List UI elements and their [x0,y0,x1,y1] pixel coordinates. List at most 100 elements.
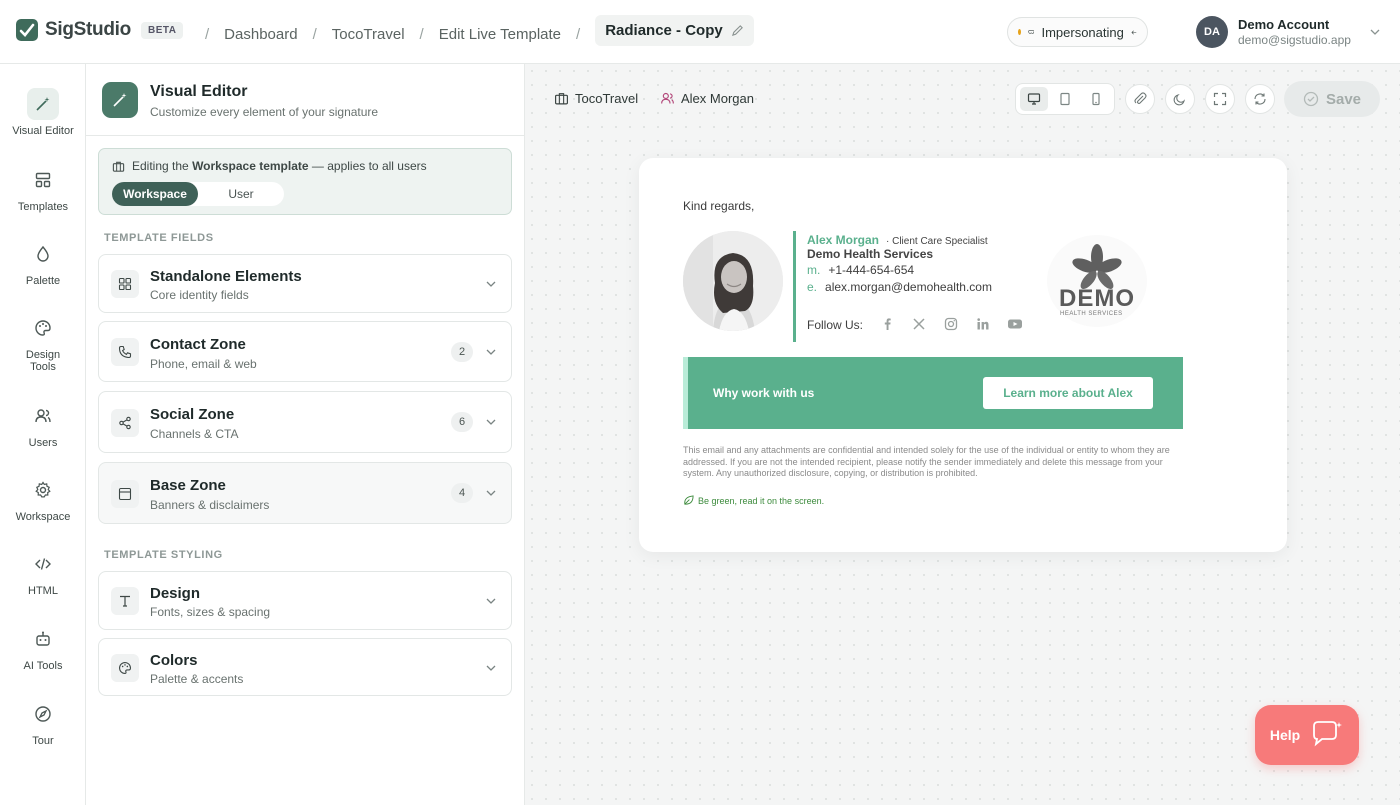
sigstudio-logo-icon [16,19,38,41]
chevron-down-icon [486,419,496,425]
user-label: Alex Morgan [681,91,754,106]
fullscreen-button[interactable] [1205,84,1235,114]
expand-icon [1213,92,1227,106]
card-title: Contact Zone [150,336,246,353]
instagram-icon[interactable] [942,315,960,333]
nav-label: Templates [17,201,69,213]
nav-label: HTML [28,585,58,597]
panel-header: Visual Editor Customize every element of… [86,64,525,136]
refresh-button[interactable] [1245,84,1275,114]
nav-ai-tools[interactable]: AI Tools [0,623,86,672]
breadcrumb-dashboard[interactable]: Dashboard [224,26,297,43]
context-company[interactable]: TocoTravel [554,91,638,106]
share-icon [111,409,139,437]
green-note: Be green, read it on the screen. [683,495,824,506]
signature-email: e. alex.morgan@demohealth.com [807,280,992,294]
moon-icon [1173,94,1185,106]
top-bar: SigStudio BETA / Dashboard / TocoTravel … [0,0,1400,64]
signature-greeting: Kind regards, [683,199,755,213]
card-title: Social Zone [150,406,235,423]
pencil-icon [731,25,743,37]
nav-palette[interactable]: Palette [0,238,86,287]
mobile-view-button[interactable] [1082,87,1110,111]
users-icon [661,92,674,104]
nav-tour[interactable]: Tour [0,698,86,747]
banner-cta-button[interactable]: Learn more about Alex [983,377,1153,409]
field-social-zone[interactable]: Social Zone Channels & CTA 6 [98,391,512,453]
banner-text: Why work with us [713,386,815,400]
toggle-workspace[interactable]: Workspace [112,182,198,206]
arrow-left-icon[interactable] [1131,26,1137,39]
impersonating-pill[interactable]: Impersonating [1007,17,1148,47]
nav-users[interactable]: Users [0,400,86,449]
tablet-view-button[interactable] [1051,87,1079,111]
grid-icon [111,270,139,298]
toggle-user[interactable]: User [198,182,284,206]
field-standalone-elements[interactable]: Standalone Elements Core identity fields [98,254,512,313]
paperclip-icon [1134,92,1147,105]
card-subtitle: Channels & CTA [150,427,239,441]
mask-icon [1028,30,1035,34]
company-label: TocoTravel [575,91,639,106]
nav-templates[interactable]: Templates [0,164,86,213]
phone-icon [111,338,139,366]
nav-design-tools[interactable]: Design Tools [0,312,86,373]
facebook-icon[interactable] [878,315,896,333]
magic-wand-icon [102,82,138,118]
youtube-icon[interactable] [1006,315,1024,333]
refresh-icon [1254,93,1266,105]
save-button[interactable]: Save [1284,81,1380,117]
x-icon[interactable] [910,315,928,333]
breadcrumb-current: Radiance - Copy [605,22,723,39]
help-label: Help [1269,727,1301,743]
card-title: Design [150,585,201,602]
banner-accent [683,357,688,429]
chevron-down-icon [486,598,496,604]
breadcrumb-tocotravel[interactable]: TocoTravel [332,26,405,43]
gear-icon [27,474,59,506]
card-subtitle: Fonts, sizes & spacing [150,605,271,619]
disclaimer-text: This email and any attachments are confi… [683,445,1170,478]
card-title: Base Zone [150,477,226,494]
nav-label: Visual Editor [12,125,74,137]
card-subtitle: Banners & disclaimers [150,498,270,512]
briefcase-icon [555,93,568,105]
follow-label: Follow Us: [807,318,864,332]
dark-mode-button[interactable] [1165,84,1195,114]
panel-subtitle: Customize every element of your signatur… [150,105,379,119]
nav-label: AI Tools [23,660,63,672]
attachment-button[interactable] [1125,84,1155,114]
status-dot [1018,29,1021,35]
help-button[interactable]: Help [1255,705,1359,765]
context-user[interactable]: Alex Morgan [660,91,754,106]
field-contact-zone[interactable]: Contact Zone Phone, email & web 2 [98,321,512,382]
card-subtitle: Palette & accents [150,672,244,686]
notice-strong: Workspace template [192,159,309,173]
compass-icon [27,698,59,730]
field-base-zone[interactable]: Base Zone Banners & disclaimers 4 [98,462,512,524]
card-subtitle: Core identity fields [150,288,249,302]
app-logo[interactable]: SigStudio BETA [16,19,184,41]
count-badge: 4 [451,483,473,503]
template-name-editable[interactable]: Radiance - Copy [595,15,754,46]
accent-bar [793,231,796,342]
avatar: DA [1196,16,1228,48]
nav-label: Palette [25,275,61,287]
nav-visual-editor[interactable]: Visual Editor [0,88,86,137]
nav-workspace[interactable]: Workspace [0,474,86,523]
chevron-down-icon [486,281,496,287]
desktop-view-button[interactable] [1020,87,1049,111]
tablet-icon [1060,92,1070,106]
nav-html[interactable]: HTML [0,548,86,597]
briefcase-icon [112,161,125,172]
styling-colors[interactable]: Colors Palette & accents [98,638,512,696]
notice-prefix: Editing the [132,159,189,173]
breadcrumb-edit-live-template[interactable]: Edit Live Template [439,26,561,43]
signature-company: Demo Health Services [807,247,934,261]
styling-design[interactable]: Design Fonts, sizes & spacing [98,571,512,630]
left-navigation: Visual Editor Templates Palette Design T… [0,64,86,805]
linkedin-icon[interactable] [974,315,992,333]
account-menu[interactable]: DA Demo Account demo@sigstudio.app [1196,16,1381,48]
template-fields-label: TEMPLATE FIELDS [104,232,214,244]
cta-banner: Why work with us Learn more about Alex [683,357,1183,429]
